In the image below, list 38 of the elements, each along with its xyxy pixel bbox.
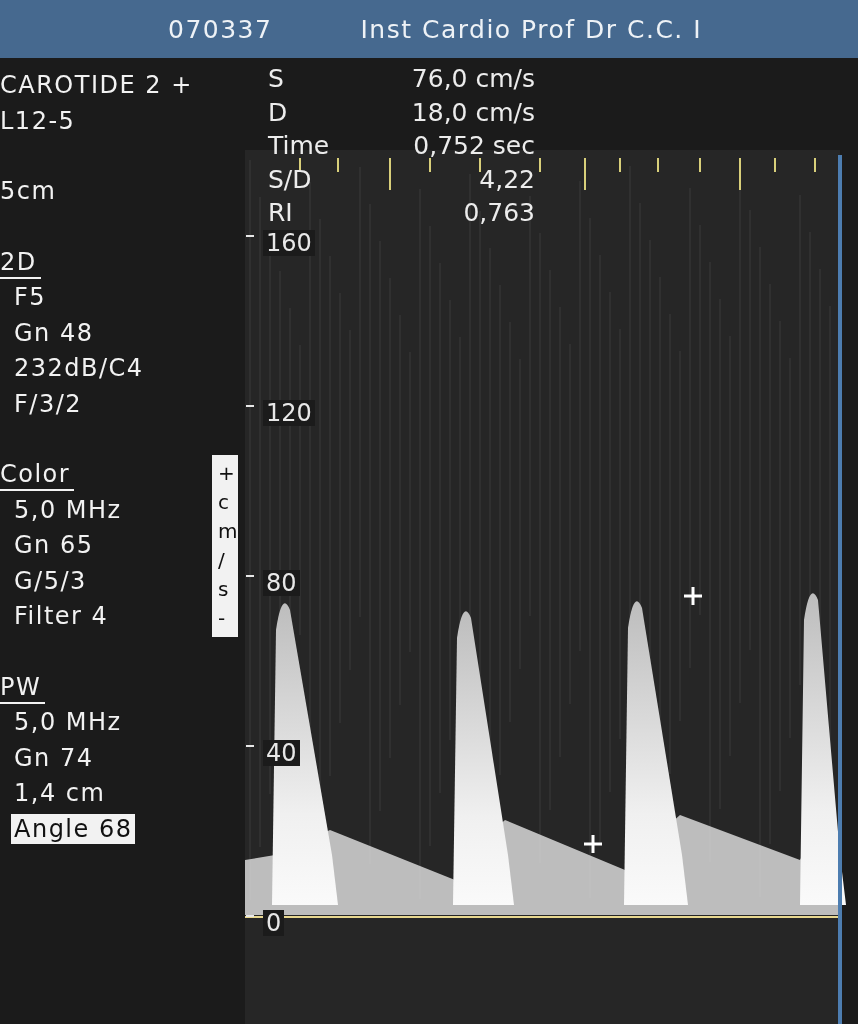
measurement-label: RI (268, 197, 294, 229)
depth-value: 5cm (0, 176, 58, 206)
parameter-value: Filter 4 (13, 601, 110, 631)
parameter-value: 232dB/C4 (13, 353, 145, 383)
measurement-label: S/D (268, 163, 313, 196)
velocity-scale-label: 160 (263, 230, 315, 256)
parameter-value: F/3/2 (13, 388, 83, 419)
section-title: PW (0, 671, 46, 704)
velocity-scale-label: 0 (263, 910, 285, 936)
measurement-label: D (268, 96, 289, 129)
section-title: 2D (0, 246, 41, 279)
exam-title: CAROTIDE 2 + (0, 70, 194, 100)
measurement-label: S (268, 63, 285, 95)
probe-name: L12-5 (0, 105, 77, 136)
parameter-value: Angle 68 (11, 813, 136, 844)
parameter-value: F5 (13, 282, 48, 312)
velocity-unit-label: +cm/s- (212, 455, 238, 637)
measurement-value: 76,0 cm/s (410, 63, 535, 95)
velocity-scale-label: 120 (263, 400, 315, 426)
parameter-value: Gn 74 (13, 742, 95, 773)
patient-id: 070337 (168, 14, 273, 44)
cursor-cross-icon (582, 833, 604, 855)
measurement-label: Time (268, 130, 331, 162)
parameter-value: G/5/3 (13, 565, 88, 596)
parameter-value: Gn 65 (13, 530, 95, 560)
measurement-value: 4,22 (478, 163, 535, 196)
velocity-scale-label: 80 (263, 570, 300, 596)
parameter-value: Gn 48 (13, 317, 95, 348)
measurement-value: 0,752 sec (412, 130, 535, 162)
cursor-cross-icon (682, 585, 704, 607)
measurement-value: 18,0 cm/s (410, 96, 535, 129)
parameter-value: 5,0 MHz (13, 494, 123, 525)
parameter-value: 5,0 MHz (13, 707, 123, 737)
velocity-scale-label: 40 (263, 740, 300, 766)
section-title: Color (0, 459, 75, 491)
institution-name: Inst Cardio Prof Dr C.C. I (360, 14, 703, 44)
parameter-value: 1,4 cm (13, 778, 107, 808)
measurement-value: 0,763 (462, 197, 535, 229)
